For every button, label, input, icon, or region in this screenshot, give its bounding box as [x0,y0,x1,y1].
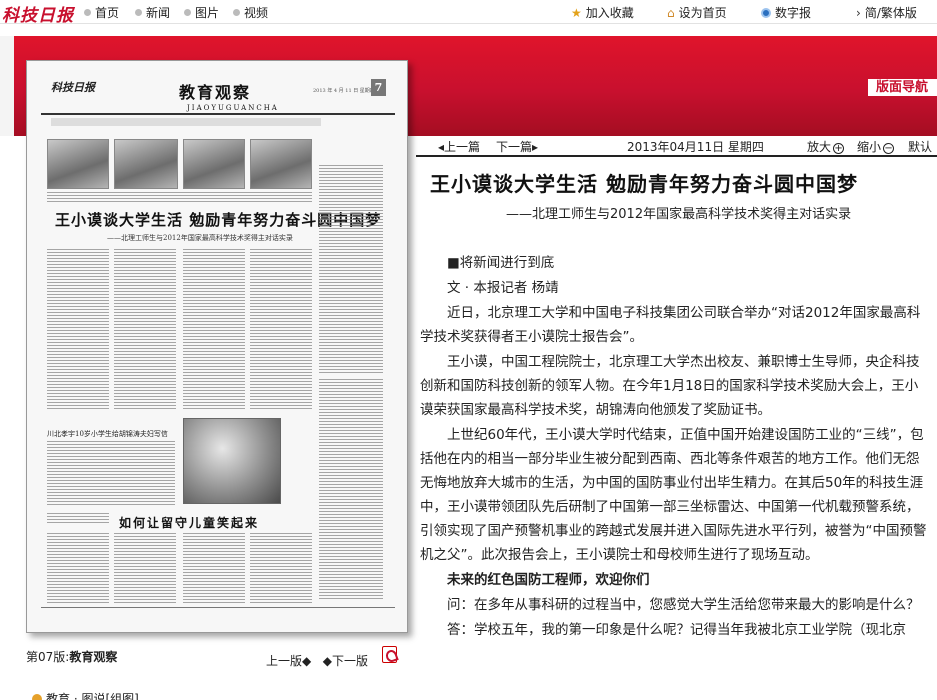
paper-text-column [183,533,245,603]
simplified-traditional-label: 简/繁体版 [864,6,917,20]
arrow-left-icon: ◆ [302,654,312,668]
prev-page-link[interactable]: 上一版◆ [266,654,311,668]
article-paragraph: 答：学校五年，我的第一印象是什么呢？记得当年我被北京工业学院（现北京 [447,622,906,638]
page-prev-next: 上一版◆ ◆下一版 [266,652,368,669]
paper-text-column [183,249,245,411]
paper-text-column [47,513,109,525]
article-subtitle: ——北理工师生与2012年国家最高科学技术奖得主对话实录 [506,207,852,222]
article-paragraph: 近日，北京理工大学和中国电子科技集团公司联合举办“对话2012年国家最高科学技术… [420,305,921,345]
article-title: 王小谟谈大学生活 勉励青年努力奋斗圆中国梦 [430,172,858,196]
paper-side-column [319,165,383,375]
paper-masthead: 科技日报 [51,81,95,94]
nav-home[interactable]: 首页 [84,4,119,21]
zoom-in-button[interactable]: 放大 + [807,138,845,155]
paper-bottom-headline[interactable]: 如何让留守儿童笑起来 [119,514,259,531]
default-size-button[interactable]: 默认 [908,138,932,155]
simplified-traditional-link[interactable]: › 简/繁体版 [856,4,917,21]
nav-home-label: 首页 [95,6,120,20]
page-label-section: 教育观察 [69,650,118,664]
bullet-icon [135,9,142,16]
next-page-label: 下一版 [331,654,368,668]
article-paragraph: 上世纪60年代，王小谟大学时代结束，正值中国开始建设国防工业的“三线”，包括他在… [420,427,927,563]
paper-caption-text [47,192,312,202]
plus-circle-icon: + [833,143,845,154]
bottom-article-label: 教育 · 图说[组图] [46,692,139,700]
add-favorite-link[interactable]: ★ 加入收藏 [571,4,634,21]
paper-subheadline: ——北理工师生与2012年国家最高科学技术奖得主对话实录 [107,234,293,242]
paper-section-title: 教育观察 [179,83,252,102]
paper-section-en: JIAOYUGUANCHA [187,104,279,112]
article-byline: 文 · 本报记者 杨靖 [447,280,559,296]
nav-video-label: 视频 [244,6,269,20]
bullet-circle-icon [32,693,42,700]
home-icon: ⌂ [667,5,675,20]
top-nav-bar: 科技日报 首页 新闻 图片 视频 ★ 加入收藏 ⌂ 设为首页 数字报 › 简/繁体版 [0,0,937,26]
triangle-right-icon: ▸ [532,140,539,154]
prev-article-link[interactable]: ◂上一篇 [438,138,480,155]
page-label: 第07版:教育观察 [26,648,117,665]
minus-circle-icon: − [883,143,895,154]
pdf-icon[interactable] [382,646,397,663]
paper-kids-photo [183,418,281,504]
paper-rule [41,113,395,115]
site-logo[interactable]: 科技日报 [2,1,74,26]
digital-paper-label: 数字报 [775,6,812,20]
paper-text-column [47,533,109,603]
paper-text-column [47,249,109,411]
paper-photo [250,139,312,189]
bottom-article-link[interactable]: 教育 · 图说[组图] [32,690,139,700]
next-article-link[interactable]: 下一篇▸ [496,138,538,155]
paper-side-column [319,379,383,599]
article-paragraph: ■将新闻进行到底 [447,255,555,271]
chevron-right-icon: › [856,5,861,20]
nav-video[interactable]: 视频 [233,4,268,21]
digital-paper-link[interactable]: 数字报 [761,4,811,21]
set-homepage-link[interactable]: ⌂ 设为首页 [667,4,727,21]
paper-text-column [250,533,312,603]
bullet-icon [84,9,91,16]
nav-news[interactable]: 新闻 [135,4,170,21]
nav-news-label: 新闻 [146,6,171,20]
paper-text-column [114,249,176,411]
arrow-right-icon: ◆ [322,654,332,668]
article-paragraph: 问：在多年从事科研的过程当中，您感觉大学生活给您带来最大的影响是什么？ [447,597,920,613]
star-icon: ★ [571,5,582,20]
zoom-out-button[interactable]: 缩小 − [857,138,895,155]
paper-photo [114,139,178,189]
next-article-label: 下一篇 [496,140,533,154]
page-navigator-label[interactable]: 版面导航 [868,79,937,96]
zoom-out-label: 缩小 [857,140,882,154]
article-paragraph: 王小谟，中国工程院院士，北京理工大学杰出校友、兼职博士生导师，央企科技创新和国防… [420,354,920,418]
nav-pictures[interactable]: 图片 [184,4,219,21]
set-homepage-label: 设为首页 [678,6,727,20]
zoom-in-label: 放大 [807,140,832,154]
paper-photo [47,139,109,189]
article-body: ■将新闻进行到底 文 · 本报记者 杨靖 近日，北京理工大学和中国电子科技集团公… [420,251,928,643]
paper-box-text [47,441,175,505]
bullet-icon [184,9,191,16]
paper-page-number: 7 [371,79,386,96]
prev-page-label: 上一版 [266,654,303,668]
article-toolbar: ◂上一篇 下一篇▸ 2013年04月11日 星期四 放大 + 缩小 − 默认 [416,135,937,157]
nav-pictures-label: 图片 [195,6,220,20]
paper-box-title[interactable]: 川北孝宇10岁小学生给胡锦涛夫妇写信 [47,429,168,439]
paper-top-strip [51,118,321,126]
add-favorite-label: 加入收藏 [585,6,634,20]
bullet-icon [233,9,240,16]
paper-text-column [114,533,176,603]
article-section-heading: 未来的红色国防工程师，欢迎你们 [447,572,650,588]
article-date: 2013年04月11日 星期四 [627,140,764,154]
disc-icon [761,7,771,18]
paper-date: 2013 年 4 月 11 日 星期四 [313,88,375,94]
page-label-prefix: 第07版: [26,650,70,664]
next-page-link[interactable]: ◆下一版 [323,654,368,668]
paper-photo [183,139,245,189]
default-size-label: 默认 [908,140,933,154]
paper-footer-rule [41,607,395,608]
prev-article-label: 上一篇 [444,140,481,154]
paper-text-column [250,249,312,411]
newspaper-page-thumbnail[interactable]: 科技日报 教育观察 JIAOYUGUANCHA 2013 年 4 月 11 日 … [26,60,408,633]
banner-left-margin [0,36,14,136]
